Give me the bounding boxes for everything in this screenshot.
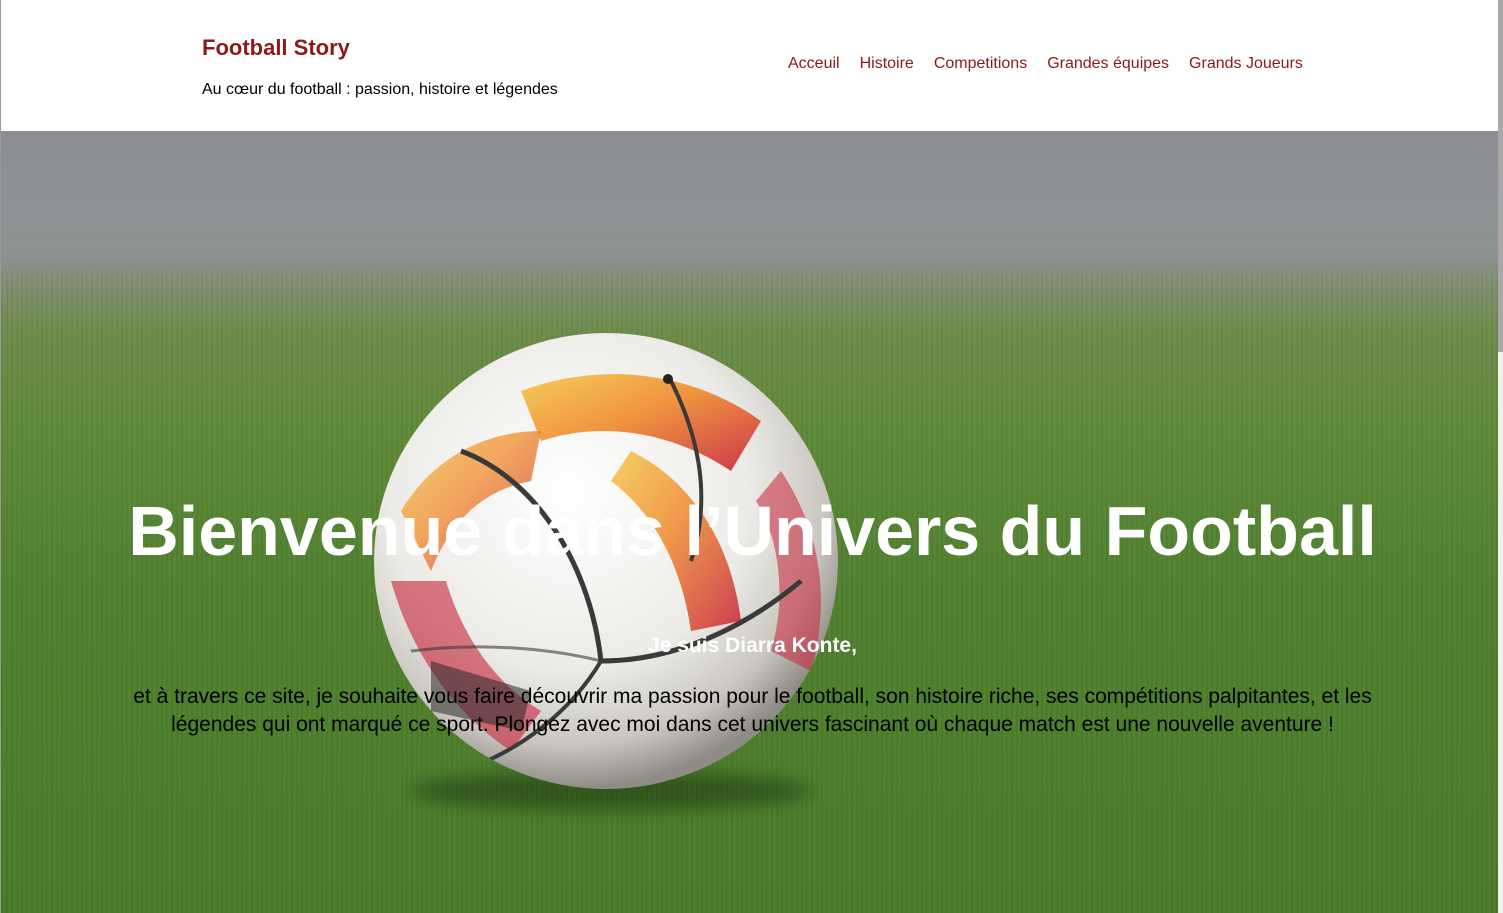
- nav-link-histoire[interactable]: Histoire: [850, 53, 924, 75]
- nav-link-grands-joueurs[interactable]: Grands Joueurs: [1179, 53, 1313, 75]
- hero-description: et à travers ce site, je souhaite vous f…: [133, 685, 1372, 736]
- hero-intro: Je suis Diarra Konte,: [648, 634, 857, 657]
- site-title[interactable]: Football Story: [202, 34, 350, 62]
- nav-link-grandes-equipes[interactable]: Grandes équipes: [1037, 53, 1179, 75]
- nav-link-competitions[interactable]: Competitions: [924, 53, 1037, 75]
- vertical-scrollbar[interactable]: [1498, 0, 1503, 913]
- site-tagline: Au cœur du football : passion, histoire …: [202, 81, 558, 98]
- scrollbar-thumb[interactable]: [1498, 0, 1503, 352]
- main-nav: Acceuil Histoire Competitions Grandes éq…: [778, 53, 1313, 75]
- hero-section: Bienvenue dans l’Univers du Football Je …: [1, 131, 1499, 913]
- hero-heading: Bienvenue dans l’Univers du Football: [128, 492, 1377, 570]
- site-header: Football Story Au cœur du football : pas…: [1, 0, 1499, 131]
- nav-link-acceuil[interactable]: Acceuil: [778, 53, 850, 75]
- page: Football Story Au cœur du football : pas…: [0, 0, 1503, 913]
